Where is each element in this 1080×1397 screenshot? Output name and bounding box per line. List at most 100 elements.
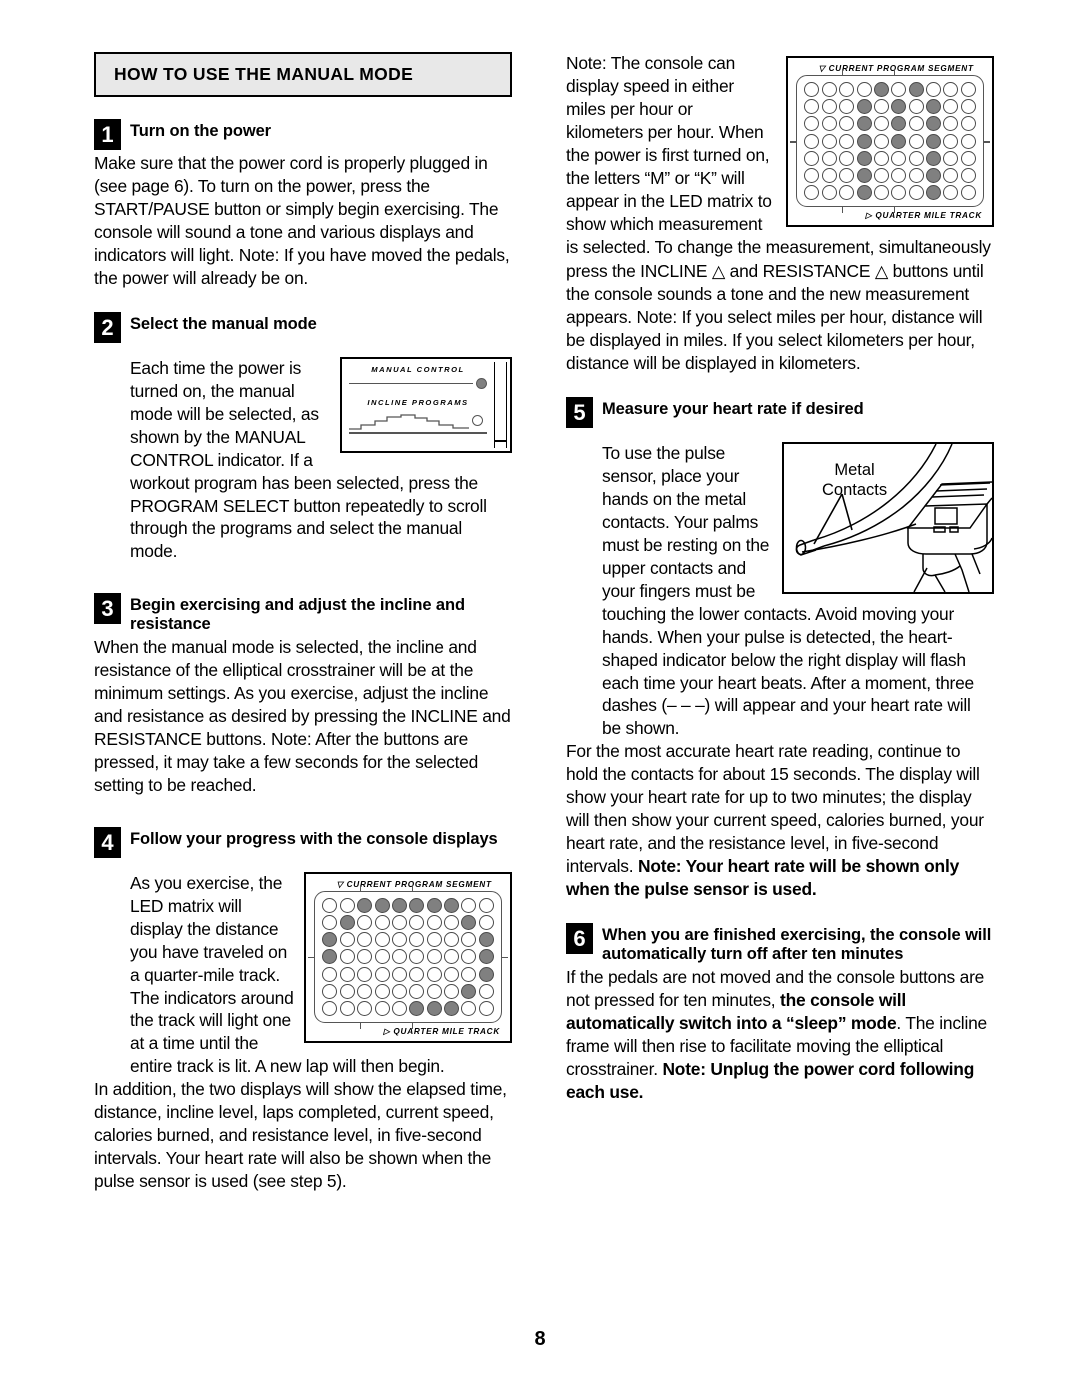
right-triangle-icon: ▷ — [383, 1027, 391, 1037]
led-dot-off — [960, 99, 976, 115]
led-dot-off — [873, 116, 889, 132]
step-2-heading: 2 Select the manual mode — [94, 311, 512, 343]
section-banner-title: HOW TO USE THE MANUAL MODE — [94, 52, 512, 98]
led-dot-off — [374, 983, 390, 999]
divider-line — [349, 382, 473, 385]
led-dot-on — [478, 932, 494, 948]
matrix-frame-tick — [411, 1022, 414, 1030]
panel-base-line — [349, 431, 487, 434]
step-5-number: 5 — [566, 397, 593, 429]
led-dot-off — [461, 897, 477, 913]
current-program-segment-label-m: ▽ CURRENT PROGRAM SEGMENT — [818, 64, 974, 73]
led-dot-off — [908, 133, 924, 149]
led-dot-off — [391, 983, 407, 999]
led-dot-off — [357, 983, 373, 999]
led-dot-off — [444, 915, 460, 931]
led-dot-off — [839, 133, 855, 149]
led-dot-off — [357, 966, 373, 982]
led-dot-off — [357, 1001, 373, 1017]
led-matrix-m-panel: ▽ CURRENT PROGRAM SEGMENT ▷ QUARTER MILE… — [786, 56, 994, 228]
manual-control-indicator-row — [349, 377, 487, 389]
matrix-frame-tick — [308, 956, 316, 959]
led-matrix-row — [803, 150, 977, 167]
led-dot-off — [339, 1001, 355, 1017]
led-dot-on — [873, 82, 889, 98]
led-dot-off — [339, 932, 355, 948]
led-dot-on — [856, 150, 872, 166]
step-2-body-with-figure: MANUAL CONTROL INCLINE PROGRAMS Each tim… — [130, 356, 512, 563]
led-dot-off — [339, 966, 355, 982]
matrix-frame-tick — [983, 141, 990, 143]
led-dot-off — [821, 82, 837, 98]
led-matrix-row — [803, 81, 977, 98]
manual-control-indicator-led — [476, 377, 487, 389]
led-dot-off — [821, 185, 837, 201]
step-3-number: 3 — [94, 593, 121, 625]
led-dot-off — [374, 1001, 390, 1017]
led-dot-off — [391, 966, 407, 982]
step-4-number: 4 — [94, 826, 121, 858]
step-1-title: Turn on the power — [130, 122, 271, 141]
led-dot-off — [357, 949, 373, 965]
led-dot-off — [322, 1001, 338, 1017]
matrix-frame-tick — [359, 1022, 362, 1030]
step-6-heading: 6 When you are finished exercising, the … — [566, 922, 994, 964]
led-dot-on — [926, 150, 942, 166]
led-dot-off — [960, 168, 976, 184]
led-dot-off — [960, 185, 976, 201]
led-dot-off — [804, 133, 820, 149]
led-matrix-track-panel: ▽ CURRENT PROGRAM SEGMENT ▷ QUARTER MILE… — [304, 871, 512, 1044]
led-dot-on — [374, 897, 390, 913]
led-dot-off — [891, 150, 907, 166]
down-triangle-icon: ▽ — [336, 879, 344, 889]
led-dot-off — [409, 983, 425, 999]
led-dot-off — [426, 932, 442, 948]
step-6-body-plain-1: If the pedals are not moved and the cons… — [566, 966, 985, 1010]
step-2-number: 2 — [94, 311, 121, 343]
matrix-frame-tick — [893, 69, 896, 76]
led-dot-off — [322, 983, 338, 999]
led-dot-off — [478, 983, 494, 999]
led-dot-on — [926, 168, 942, 184]
led-dot-on — [926, 133, 942, 149]
led-dot-off — [891, 185, 907, 201]
led-dot-on — [926, 116, 942, 132]
led-dot-off — [339, 897, 355, 913]
led-dot-off — [821, 99, 837, 115]
led-dot-off — [409, 915, 425, 931]
metal-contacts-caption: Metal Contacts — [822, 461, 888, 499]
manual-control-panel-face: MANUAL CONTROL INCLINE PROGRAMS — [345, 362, 491, 448]
metal-contacts-figure: Metal Contacts — [782, 442, 994, 595]
led-dot-off — [426, 915, 442, 931]
led-dot-off — [839, 150, 855, 166]
step-6-body: If the pedals are not moved and the cons… — [566, 966, 994, 1104]
step-5-body-b: For the most accurate heart rate reading… — [566, 740, 994, 901]
led-matrix-row — [803, 167, 977, 184]
led-dot-on — [461, 915, 477, 931]
measurement-note-with-figure: ▽ CURRENT PROGRAM SEGMENT ▷ QUARTER MILE… — [566, 52, 994, 258]
step-4-heading: 4 Follow your progress with the console … — [94, 826, 512, 858]
led-dot-off — [804, 82, 820, 98]
manual-page: HOW TO USE THE MANUAL MODE 1 Turn on the… — [0, 0, 1080, 1397]
led-dot-off — [461, 949, 477, 965]
step-3-body: When the manual mode is selected, the in… — [94, 637, 511, 795]
led-matrix-row — [803, 184, 977, 201]
step-2-title: Select the manual mode — [130, 314, 317, 333]
led-dot-on — [322, 949, 338, 965]
led-dot-on — [409, 897, 425, 913]
right-triangle-icon: ▷ — [865, 211, 873, 221]
led-dot-on — [426, 897, 442, 913]
led-dot-off — [409, 949, 425, 965]
led-dot-off — [374, 949, 390, 965]
step-4-title: Follow your progress with the console di… — [130, 829, 498, 848]
led-dot-off — [426, 966, 442, 982]
led-dot-off — [873, 150, 889, 166]
led-dot-off — [908, 99, 924, 115]
quarter-mile-track-label-track: ▷ QUARTER MILE TRACK — [383, 1027, 500, 1037]
matrix-frame-tick — [359, 884, 362, 892]
led-dot-off — [426, 949, 442, 965]
led-dot-off — [943, 185, 959, 201]
led-dot-off — [839, 116, 855, 132]
led-dot-off — [943, 82, 959, 98]
led-dot-off — [873, 133, 889, 149]
